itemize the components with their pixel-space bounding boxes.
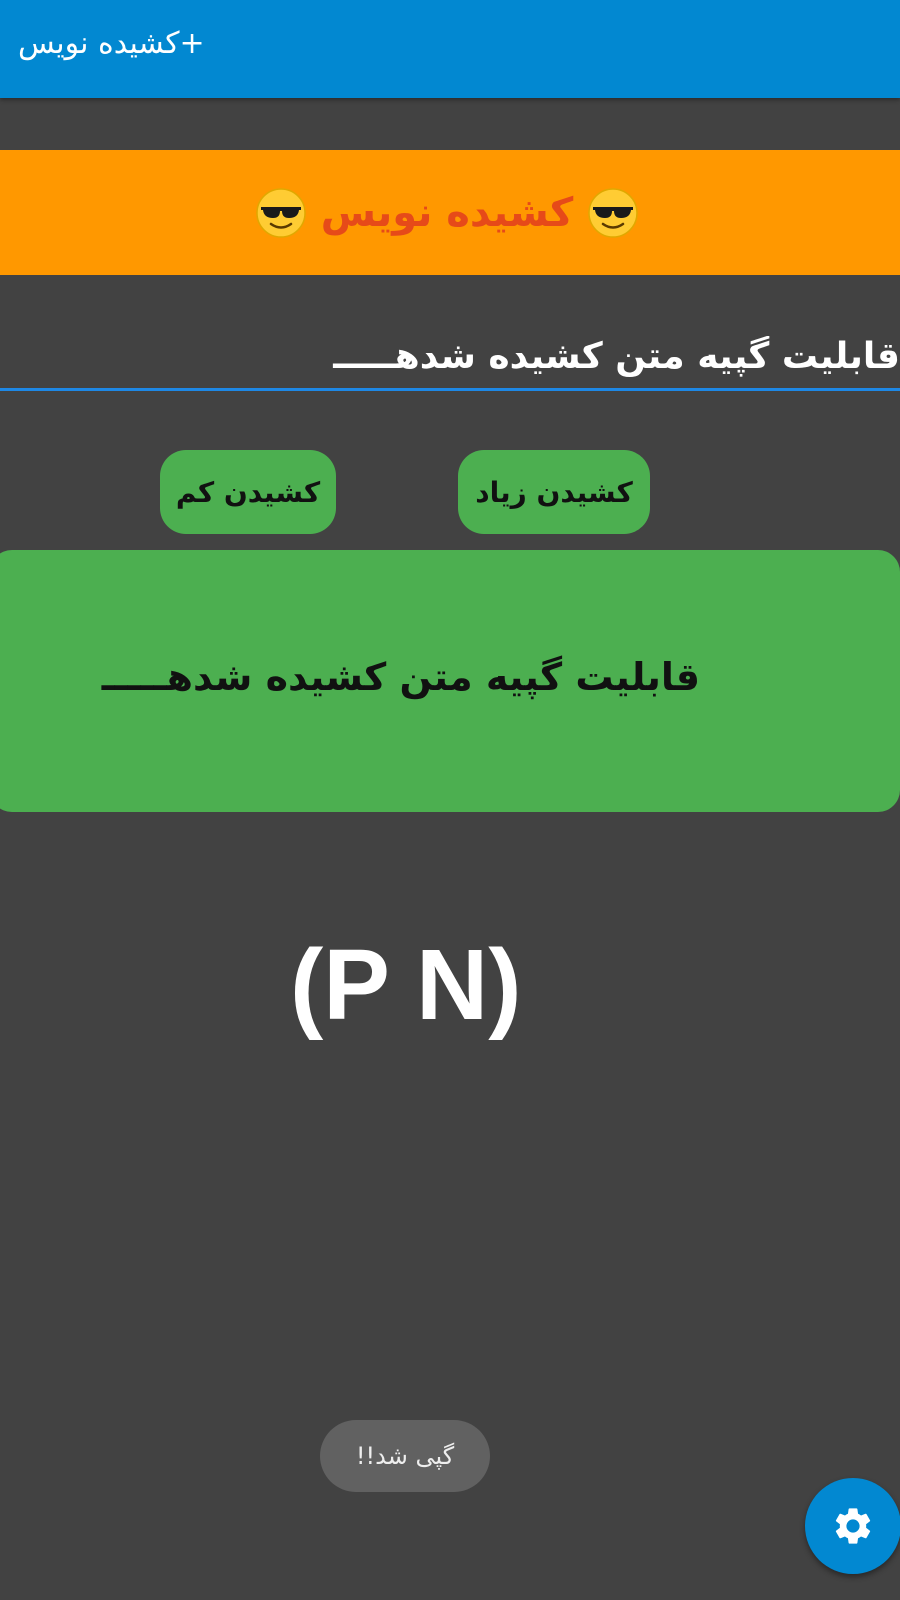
banner-title: کشیده نویس <box>320 189 574 236</box>
app-bar: کشیده نویس+ <box>0 0 900 98</box>
sunglasses-emoji-icon <box>255 187 306 238</box>
gear-icon <box>835 1508 871 1544</box>
copied-toast: گپی شد!! <box>320 1420 490 1492</box>
settings-button[interactable] <box>805 1478 900 1574</box>
text-input[interactable] <box>0 325 900 391</box>
output-text[interactable]: قابلیت گپیه متن کشیده شدهـــــ <box>102 650 700 704</box>
brand-mark: (P N) <box>290 929 522 1041</box>
banner: کشیده نویس <box>0 150 900 275</box>
banner-content: کشیده نویس <box>255 187 640 239</box>
stretch-less-button[interactable]: کشیدن کم <box>160 450 336 534</box>
app-title: کشیده نویس+ <box>18 26 205 61</box>
sunglasses-emoji-icon <box>588 187 639 238</box>
stretch-more-button[interactable]: کشیدن زیاد <box>458 450 650 534</box>
